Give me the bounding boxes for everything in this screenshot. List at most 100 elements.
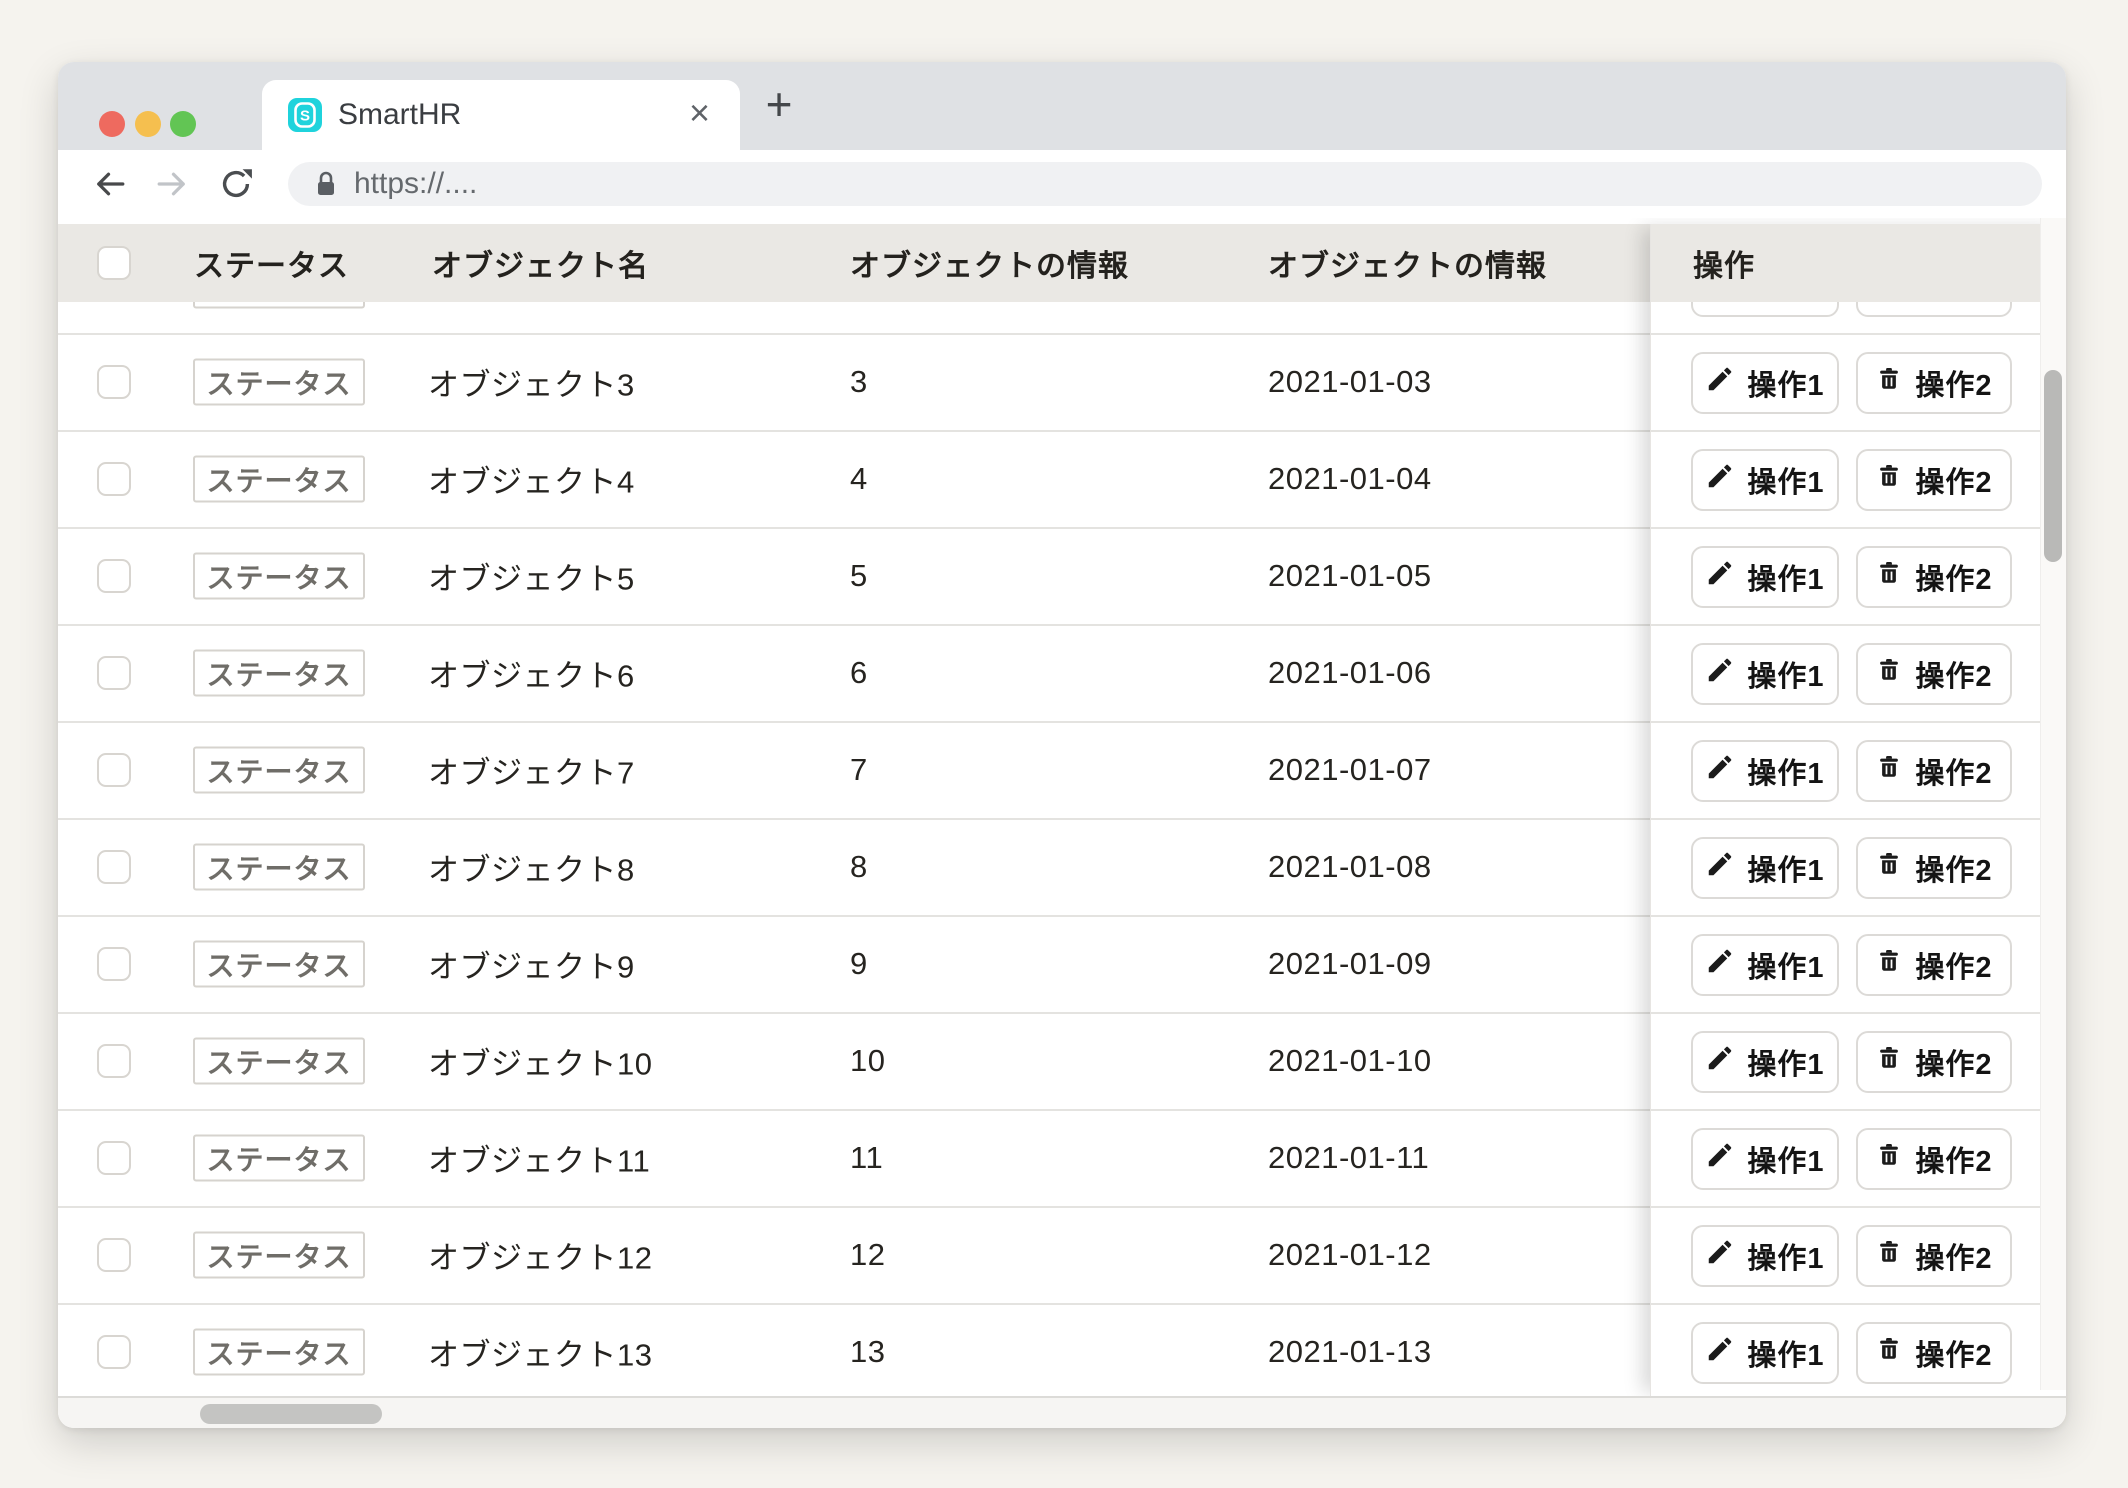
delete-action-button[interactable]: 操作2 bbox=[1856, 934, 2012, 996]
delete-action-button[interactable]: 操作2 bbox=[1856, 1031, 2012, 1093]
edit-action-button[interactable]: 操作1 bbox=[1691, 837, 1839, 899]
cell-object-name: オブジェクト4 bbox=[428, 457, 635, 502]
row-checkbox[interactable] bbox=[97, 462, 131, 496]
edit-action-label: 操作1 bbox=[1747, 1235, 1824, 1277]
table-row-actions: 操作1 操作2 bbox=[1651, 335, 2066, 432]
svg-text:S: S bbox=[300, 108, 310, 125]
row-checkbox[interactable] bbox=[97, 559, 131, 593]
cell-object-date: 2021-01-12 bbox=[1268, 1237, 1432, 1273]
row-checkbox[interactable] bbox=[97, 850, 131, 884]
zoom-window-button[interactable] bbox=[170, 111, 196, 137]
row-checkbox[interactable] bbox=[97, 365, 131, 399]
delete-action-button[interactable]: 操作2 bbox=[1856, 837, 2012, 899]
edit-action-label: 操作1 bbox=[1747, 1138, 1824, 1180]
cell-object-name: オブジェクト12 bbox=[428, 1233, 652, 1278]
table-row-actions: 操作1 操作2 bbox=[1651, 529, 2066, 626]
delete-action-button[interactable]: 操作2 bbox=[1856, 449, 2012, 511]
row-checkbox[interactable] bbox=[97, 656, 131, 690]
lock-icon bbox=[306, 167, 346, 201]
navigation-bar: https://.... bbox=[58, 150, 2066, 218]
cell-object-name: オブジェクト10 bbox=[428, 1039, 652, 1084]
edit-action-label: 操作1 bbox=[1747, 847, 1824, 889]
status-badge: ステータス bbox=[193, 1038, 365, 1085]
tab-close-icon[interactable]: × bbox=[689, 80, 710, 150]
delete-action-button[interactable]: 操作2 bbox=[1856, 1128, 2012, 1190]
status-badge: ステータス bbox=[193, 1135, 365, 1182]
pencil-icon bbox=[1705, 1237, 1735, 1275]
row-checkbox[interactable] bbox=[97, 1044, 131, 1078]
new-tab-button[interactable]: + bbox=[753, 76, 805, 134]
row-checkbox[interactable] bbox=[97, 753, 131, 787]
vertical-scrollbar-thumb[interactable] bbox=[2044, 370, 2062, 562]
trash-icon bbox=[1875, 1237, 1903, 1275]
cell-object-info: 6 bbox=[850, 655, 868, 691]
edit-action-button[interactable]: 操作1 bbox=[1691, 1225, 1839, 1287]
edit-action-label: 操作1 bbox=[1747, 556, 1824, 598]
edit-action-button[interactable]: 操作1 bbox=[1691, 449, 1839, 511]
edit-action-label: 操作1 bbox=[1747, 1332, 1824, 1374]
delete-action-button[interactable]: 操作2 bbox=[1856, 546, 2012, 608]
edit-action-label: 操作1 bbox=[1747, 362, 1824, 404]
delete-action-button[interactable]: 操作2 bbox=[1856, 643, 2012, 705]
trash-icon bbox=[1875, 1140, 1903, 1178]
tab-smarthr[interactable]: S SmartHR × bbox=[262, 80, 740, 150]
status-badge: ステータス bbox=[193, 1329, 365, 1376]
pencil-icon bbox=[1705, 1043, 1735, 1081]
delete-action-label: 操作2 bbox=[1915, 362, 1992, 404]
pencil-icon bbox=[1705, 849, 1735, 887]
row-checkbox[interactable] bbox=[97, 1335, 131, 1369]
column-header-info2: オブジェクトの情報 bbox=[1268, 241, 1547, 285]
delete-action-button[interactable]: 操作2 bbox=[1856, 352, 2012, 414]
url-text[interactable]: https://.... bbox=[354, 162, 477, 206]
edit-action-label: 操作1 bbox=[1747, 944, 1824, 986]
status-badge: ステータス bbox=[193, 941, 365, 988]
cell-object-name: オブジェクト5 bbox=[428, 554, 635, 599]
column-header-status: ステータス bbox=[194, 241, 349, 285]
horizontal-scrollbar-thumb[interactable] bbox=[200, 1404, 382, 1424]
edit-action-button[interactable]: 操作1 bbox=[1691, 546, 1839, 608]
reload-icon[interactable] bbox=[210, 158, 262, 210]
address-bar[interactable]: https://.... bbox=[288, 162, 2042, 206]
status-badge: ステータス bbox=[193, 650, 365, 697]
edit-action-button[interactable]: 操作1 bbox=[1691, 934, 1839, 996]
row-checkbox[interactable] bbox=[97, 947, 131, 981]
cell-object-date: 2021-01-07 bbox=[1268, 752, 1432, 788]
smarthr-favicon-icon: S bbox=[288, 98, 322, 132]
edit-action-button[interactable]: 操作1 bbox=[1691, 1031, 1839, 1093]
horizontal-scrollbar-track[interactable] bbox=[58, 1396, 2066, 1428]
table-row-actions: 操作1 操作2 bbox=[1651, 917, 2066, 1014]
edit-action-button[interactable]: 操作1 bbox=[1691, 352, 1839, 414]
edit-action-button[interactable]: 操作1 bbox=[1691, 740, 1839, 802]
column-header-info1: オブジェクトの情報 bbox=[850, 241, 1129, 285]
edit-action-button[interactable]: 操作1 bbox=[1691, 1128, 1839, 1190]
table-row-actions: 操作1 操作2 bbox=[1651, 1111, 2066, 1208]
cell-object-date: 2021-01-03 bbox=[1268, 364, 1432, 400]
status-badge: ステータス bbox=[193, 1232, 365, 1279]
close-window-button[interactable] bbox=[99, 111, 125, 137]
row-checkbox[interactable] bbox=[97, 1238, 131, 1272]
delete-action-label: 操作2 bbox=[1915, 653, 1992, 695]
edit-action-button[interactable]: 操作1 bbox=[1691, 643, 1839, 705]
status-badge: ステータス bbox=[193, 844, 365, 891]
table-row-actions: 操作1 操作2 bbox=[1651, 1014, 2066, 1111]
trash-icon bbox=[1875, 946, 1903, 984]
delete-action-label: 操作2 bbox=[1915, 944, 1992, 986]
delete-action-label: 操作2 bbox=[1915, 1332, 1992, 1374]
pencil-icon bbox=[1705, 655, 1735, 693]
tab-title: SmartHR bbox=[338, 80, 461, 150]
edit-action-label: 操作1 bbox=[1747, 459, 1824, 501]
back-icon[interactable] bbox=[84, 158, 136, 210]
edit-action-label: 操作1 bbox=[1747, 1041, 1824, 1083]
delete-action-button[interactable]: 操作2 bbox=[1856, 740, 2012, 802]
cell-object-info: 9 bbox=[850, 946, 868, 982]
delete-action-button[interactable]: 操作2 bbox=[1856, 1225, 2012, 1287]
table-row-actions: 操作1 操作2 bbox=[1651, 723, 2066, 820]
edit-action-button[interactable]: 操作1 bbox=[1691, 1322, 1839, 1384]
pencil-icon bbox=[1705, 558, 1735, 596]
row-checkbox[interactable] bbox=[97, 1141, 131, 1175]
select-all-checkbox[interactable] bbox=[97, 246, 131, 280]
minimize-window-button[interactable] bbox=[135, 111, 161, 137]
delete-action-button[interactable]: 操作2 bbox=[1856, 1322, 2012, 1384]
table-row-actions: 操作1 操作2 bbox=[1651, 432, 2066, 529]
forward-icon[interactable] bbox=[146, 158, 198, 210]
